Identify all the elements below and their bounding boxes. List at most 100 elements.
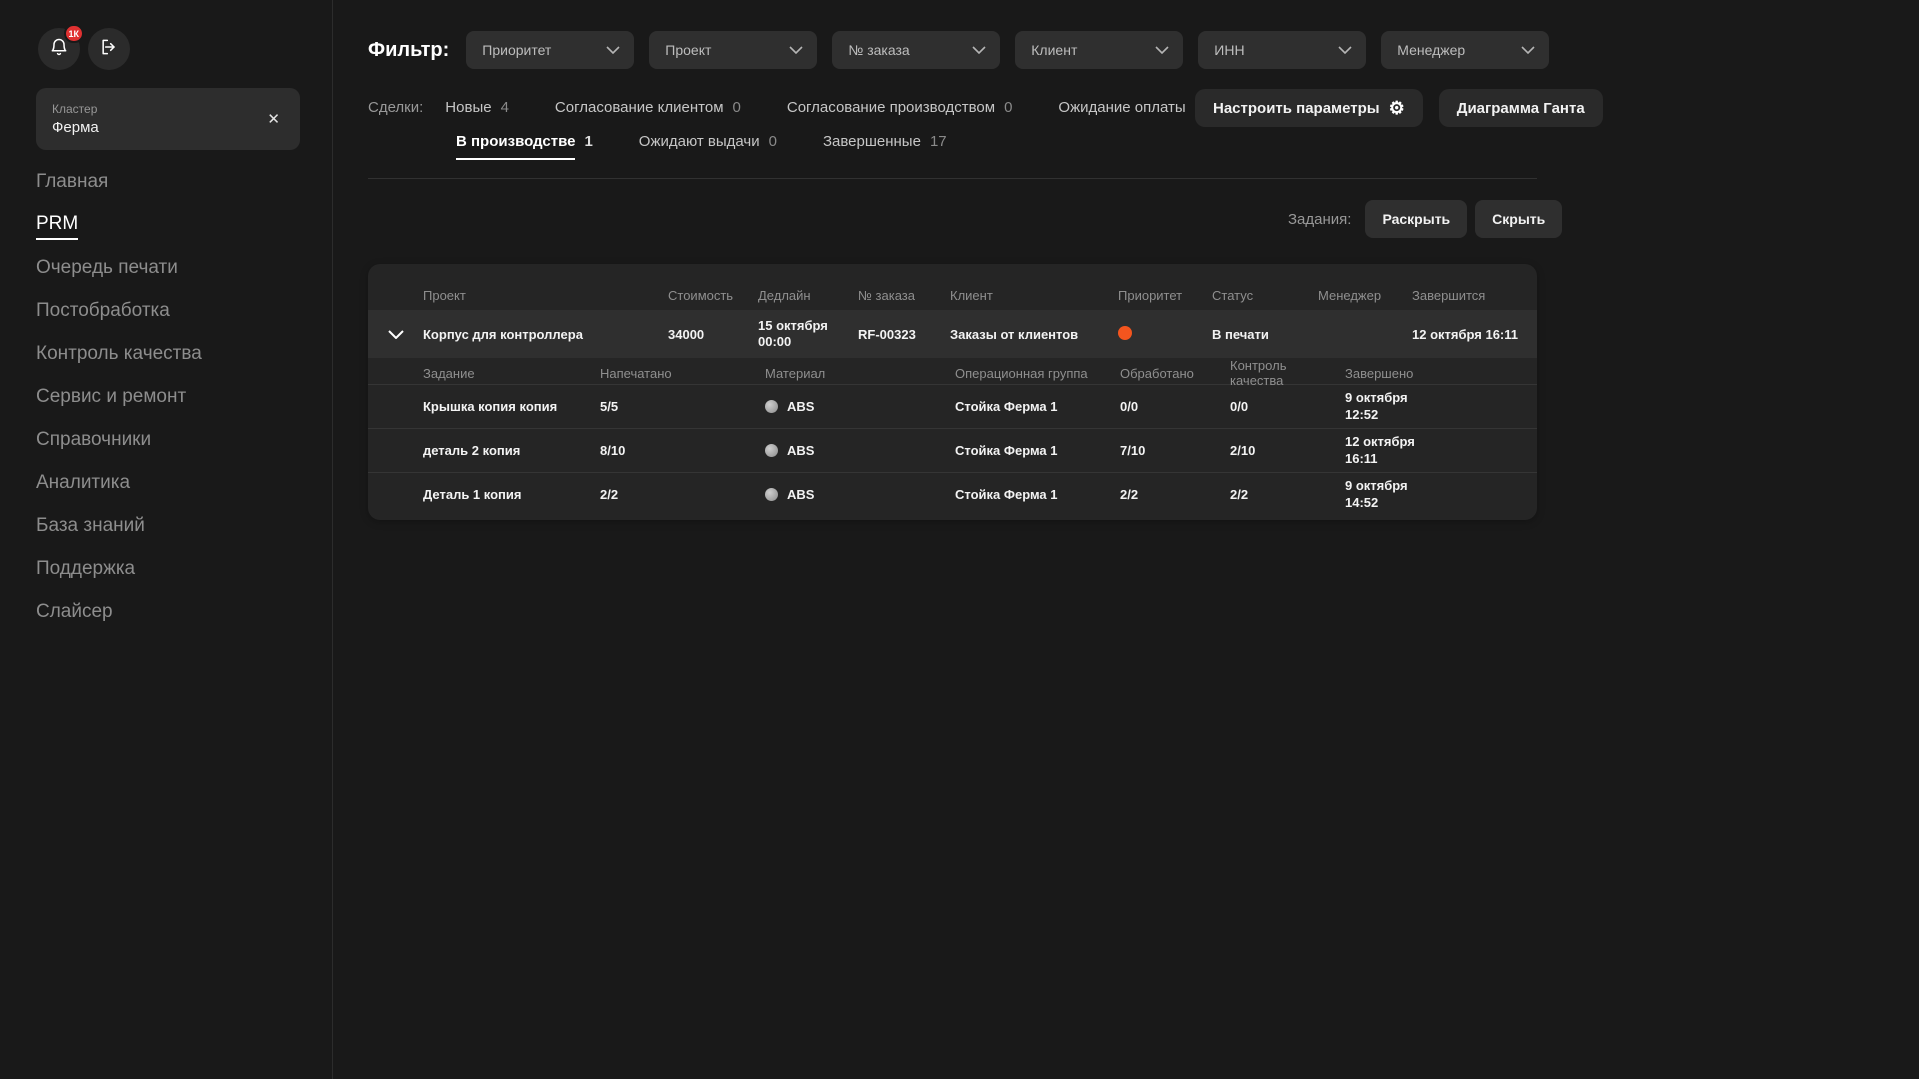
task-name: Крышка копия копия bbox=[423, 399, 600, 414]
task-material: ABS bbox=[765, 443, 955, 458]
col-order-no: № заказа bbox=[858, 288, 950, 303]
order-row[interactable]: Корпус для контроллера 34000 15 октября … bbox=[368, 310, 1537, 358]
order-priority bbox=[1118, 326, 1212, 343]
cluster-label: Кластер bbox=[52, 102, 99, 116]
notifications-button[interactable]: 1К bbox=[38, 28, 80, 70]
subtable-header: Задание Напечатано Материал Операционная… bbox=[368, 358, 1537, 384]
tab-completed[interactable]: Завершенные17 bbox=[823, 133, 947, 150]
deals-tabs-row2: В производстве1 Ожидают выдачи0 Завершен… bbox=[456, 133, 993, 160]
task-done: 12 октября 16:11 bbox=[1345, 434, 1450, 467]
logout-icon bbox=[99, 37, 119, 62]
configure-params-button[interactable]: Настроить параметры ⚙ bbox=[1195, 89, 1423, 127]
filter-dropdown-order-no[interactable]: № заказа bbox=[832, 31, 1000, 69]
subcol-material: Материал bbox=[765, 366, 955, 381]
gantt-chart-button[interactable]: Диаграмма Ганта bbox=[1439, 89, 1603, 127]
tab-in-production[interactable]: В производстве1 bbox=[456, 133, 593, 160]
task-name: Деталь 1 копия bbox=[423, 487, 600, 502]
tab-client-approval[interactable]: Согласование клиентом0 bbox=[555, 99, 741, 116]
task-qc: 0/0 bbox=[1230, 399, 1345, 414]
row-expand-chevron-icon[interactable] bbox=[368, 330, 423, 339]
section-divider bbox=[368, 178, 1537, 179]
sidebar-top-icons: 1К bbox=[38, 28, 130, 70]
subcol-done: Завершено bbox=[1345, 366, 1537, 381]
material-dot bbox=[765, 488, 778, 501]
cluster-value: Ферма bbox=[52, 119, 99, 136]
task-row[interactable]: Деталь 1 копия 2/2 ABS Стойка Ферма 1 2/… bbox=[368, 472, 1537, 516]
material-dot bbox=[765, 400, 778, 413]
deals-tabs-row1: Сделки: Новые4 Согласование клиентом0 Со… bbox=[368, 99, 1249, 116]
task-name: деталь 2 копия bbox=[423, 443, 600, 458]
task-processed: 2/2 bbox=[1120, 487, 1230, 502]
cluster-close-icon[interactable]: ✕ bbox=[263, 106, 284, 132]
col-priority: Приоритет bbox=[1118, 288, 1212, 303]
order-client: Заказы от клиентов bbox=[950, 327, 1118, 342]
gear-icon: ⚙ bbox=[1389, 99, 1405, 117]
sidebar-item-service-repair[interactable]: Сервис и ремонт bbox=[36, 377, 202, 420]
priority-dot bbox=[1118, 326, 1132, 340]
tasks-label: Задания: bbox=[1288, 211, 1351, 228]
filter-dropdown-inn[interactable]: ИНН bbox=[1198, 31, 1366, 69]
chevron-down-icon bbox=[606, 41, 620, 59]
sidebar-menu: Главная PRM Очередь печати Постобработка… bbox=[36, 162, 202, 635]
cluster-card: Кластер Ферма ✕ bbox=[36, 88, 300, 150]
sidebar-item-support[interactable]: Поддержка bbox=[36, 549, 202, 592]
chevron-down-icon bbox=[789, 41, 803, 59]
tab-awaiting-payment[interactable]: Ожидание оплаты1 bbox=[1058, 99, 1203, 116]
tab-awaiting-pickup[interactable]: Ожидают выдачи0 bbox=[639, 133, 777, 150]
chevron-down-icon bbox=[1155, 41, 1169, 59]
col-cost: Стоимость bbox=[668, 288, 758, 303]
sidebar-item-knowledge-base[interactable]: База знаний bbox=[36, 506, 202, 549]
sidebar-item-directories[interactable]: Справочники bbox=[36, 420, 202, 463]
filter-title: Фильтр: bbox=[368, 39, 449, 62]
material-dot bbox=[765, 444, 778, 457]
chevron-down-icon bbox=[1338, 41, 1352, 59]
order-cost: 34000 bbox=[668, 327, 758, 342]
task-printed: 2/2 bbox=[600, 487, 765, 502]
task-material: ABS bbox=[765, 487, 955, 502]
notifications-badge: 1К bbox=[64, 24, 85, 43]
sidebar-item-quality-control[interactable]: Контроль качества bbox=[36, 334, 202, 377]
task-printed: 5/5 bbox=[600, 399, 765, 414]
chevron-down-icon bbox=[972, 41, 986, 59]
subcol-op-group: Операционная группа bbox=[955, 366, 1120, 381]
sidebar-item-analytics[interactable]: Аналитика bbox=[36, 463, 202, 506]
task-row[interactable]: деталь 2 копия 8/10 ABS Стойка Ферма 1 7… bbox=[368, 428, 1537, 472]
filter-dropdown-manager[interactable]: Менеджер bbox=[1381, 31, 1549, 69]
order-finish: 12 октября 16:11 bbox=[1412, 327, 1537, 342]
collapse-button[interactable]: Скрыть bbox=[1475, 200, 1562, 238]
sidebar-item-slicer[interactable]: Слайсер bbox=[36, 592, 202, 635]
filter-dropdown-client[interactable]: Клиент bbox=[1015, 31, 1183, 69]
filter-bar: Фильтр: Приоритет Проект № заказа Клиент… bbox=[368, 31, 1549, 69]
logout-button[interactable] bbox=[88, 28, 130, 70]
task-qc: 2/2 bbox=[1230, 487, 1345, 502]
task-group: Стойка Ферма 1 bbox=[955, 399, 1120, 414]
task-done: 9 октября 14:52 bbox=[1345, 478, 1450, 511]
order-number: RF-00323 bbox=[858, 327, 950, 342]
tab-new[interactable]: Новые4 bbox=[445, 99, 509, 116]
order-deadline: 15 октября 00:00 bbox=[758, 318, 858, 351]
task-printed: 8/10 bbox=[600, 443, 765, 458]
task-qc: 2/10 bbox=[1230, 443, 1345, 458]
sidebar-item-prm[interactable]: PRM bbox=[36, 205, 202, 248]
orders-table: Проект Стоимость Дедлайн № заказа Клиент… bbox=[368, 264, 1537, 520]
filter-dropdown-priority[interactable]: Приоритет bbox=[466, 31, 634, 69]
sidebar-item-glavnaya[interactable]: Главная bbox=[36, 162, 202, 205]
tab-production-approval[interactable]: Согласование производством0 bbox=[787, 99, 1013, 116]
order-project: Корпус для контроллера bbox=[423, 327, 668, 342]
subcol-task: Задание bbox=[423, 366, 600, 381]
col-manager: Менеджер bbox=[1318, 288, 1412, 303]
task-group: Стойка Ферма 1 bbox=[955, 487, 1120, 502]
filter-dropdown-project[interactable]: Проект bbox=[649, 31, 817, 69]
col-status: Статус bbox=[1212, 288, 1318, 303]
chevron-down-icon bbox=[1521, 41, 1535, 59]
deals-title: Сделки: bbox=[368, 99, 423, 116]
order-status: В печати bbox=[1212, 327, 1318, 342]
sidebar-item-print-queue[interactable]: Очередь печати bbox=[36, 248, 202, 291]
col-project: Проект bbox=[423, 288, 668, 303]
task-row[interactable]: Крышка копия копия 5/5 ABS Стойка Ферма … bbox=[368, 384, 1537, 428]
sidebar-item-postprocessing[interactable]: Постобработка bbox=[36, 291, 202, 334]
task-processed: 7/10 bbox=[1120, 443, 1230, 458]
expand-button[interactable]: Раскрыть bbox=[1365, 200, 1467, 238]
col-client: Клиент bbox=[950, 288, 1118, 303]
col-deadline: Дедлайн bbox=[758, 288, 858, 303]
